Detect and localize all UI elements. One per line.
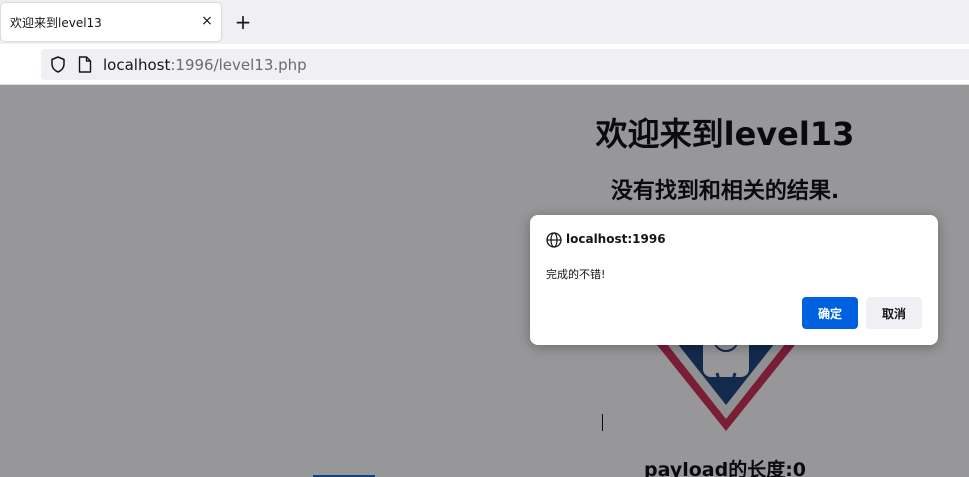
tab-title: 欢迎来到level13 — [10, 16, 102, 30]
url-bar[interactable]: localhost:1996/level13.php — [41, 49, 969, 80]
alert-dialog: localhost:1996 完成的不错! 确定 取消 — [530, 215, 938, 345]
close-icon[interactable]: × — [197, 11, 217, 31]
tab-bar: 欢迎来到level13 × + — [0, 0, 969, 44]
nav-bar: localhost:1996/level13.php — [0, 44, 969, 85]
dialog-message: 完成的不错! — [546, 268, 606, 281]
cancel-button[interactable]: 取消 — [866, 297, 922, 329]
new-tab-button[interactable]: + — [232, 11, 254, 33]
page-icon — [78, 56, 92, 73]
dialog-origin: localhost:1996 — [566, 232, 666, 246]
globe-icon — [546, 232, 562, 248]
ok-button[interactable]: 确定 — [802, 297, 858, 329]
shield-icon[interactable] — [50, 56, 66, 73]
url-host: localhost — [103, 56, 171, 74]
tab-active[interactable]: 欢迎来到level13 × — [1, 3, 221, 41]
url-path: :1996/level13.php — [170, 56, 307, 74]
url-text[interactable]: localhost:1996/level13.php — [103, 56, 307, 74]
